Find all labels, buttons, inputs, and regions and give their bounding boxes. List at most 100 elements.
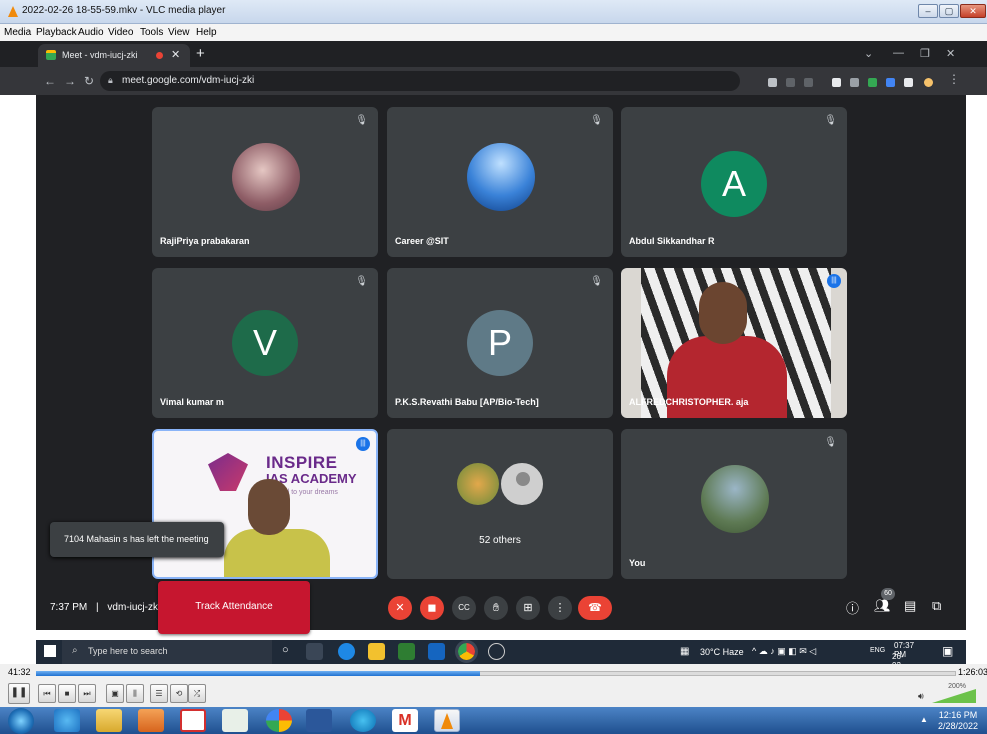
notifications-icon[interactable]: ▣ (942, 644, 953, 658)
mic-toggle-button[interactable]: ✕ (388, 596, 412, 620)
menu-tools[interactable]: Tools (140, 27, 163, 38)
language-indicator[interactable]: ENG (870, 647, 885, 654)
extension-check-icon[interactable] (868, 78, 877, 87)
participant-tile[interactable]: V 🎙︎ Vimal kumar m (152, 268, 378, 418)
other-avatar (457, 463, 499, 505)
raise-hand-button[interactable]: ✋︎ (484, 596, 508, 620)
extension-gear-icon[interactable] (850, 78, 859, 87)
menu-media[interactable]: Media (4, 27, 31, 38)
track-attendance-button[interactable]: Track Attendance (158, 581, 310, 634)
url-text[interactable]: meet.google.com/vdm-iucj-zki (122, 75, 254, 86)
calculator-icon[interactable] (222, 709, 248, 732)
maximize-button[interactable]: ▢ (939, 4, 959, 18)
camera-ext-icon[interactable] (768, 78, 777, 87)
meeting-clock: 7:37 PM (50, 602, 88, 613)
current-time: 41:32 (8, 667, 31, 677)
participant-tile[interactable]: P 🎙︎ P.K.S.Revathi Babu [AP/Bio-Tech] (387, 268, 613, 418)
mic-off-icon: 🎙︎ (590, 276, 603, 287)
activities-icon[interactable]: ⧉ (932, 598, 941, 614)
windows-orb-icon[interactable] (8, 708, 34, 734)
ie-icon[interactable] (54, 709, 80, 732)
store-icon[interactable] (398, 643, 415, 660)
playlist-button[interactable]: ☰ (150, 684, 168, 703)
minimize-button[interactable]: – (918, 4, 938, 18)
reload-icon[interactable]: ↻ (84, 74, 94, 88)
extension-doc-icon[interactable] (832, 78, 841, 87)
media-player-icon[interactable] (138, 709, 164, 732)
edge-outer-icon[interactable] (350, 709, 376, 732)
participant-name: You (629, 558, 646, 568)
outer-clock-time: 12:16 PM (938, 710, 978, 720)
back-icon[interactable]: ← (44, 74, 56, 88)
chat-icon[interactable]: ▤ (904, 598, 916, 614)
tab-meet[interactable]: Meet - vdm-iucj-zki ✕ (38, 44, 190, 67)
share-icon[interactable] (786, 78, 795, 87)
tab-search-icon[interactable]: ⌄ (864, 47, 873, 60)
next-button[interactable]: ⏭︎ (78, 684, 96, 703)
cortana-icon[interactable]: ○ (282, 644, 289, 656)
menu-video[interactable]: Video (108, 27, 133, 38)
acrobat-icon[interactable] (180, 709, 206, 732)
profile-avatar[interactable] (924, 78, 933, 87)
windows-start-icon[interactable] (44, 645, 56, 657)
participant-avatar: P (467, 310, 533, 376)
chrome-menu-icon[interactable]: ⋮ (948, 72, 960, 86)
app-icon[interactable] (488, 643, 505, 660)
leave-call-button[interactable]: ☎︎ (578, 596, 612, 620)
participant-name: Career @SIT (395, 236, 449, 246)
people-icon[interactable]: 👥︎ (874, 598, 891, 614)
menu-help[interactable]: Help (196, 27, 217, 38)
forward-icon[interactable]: → (64, 74, 76, 88)
meet-favicon-icon (46, 50, 56, 60)
camera-toggle-button[interactable]: ◼ (420, 596, 444, 620)
fullscreen-button[interactable]: ▣ (106, 684, 124, 703)
file-explorer-icon[interactable] (368, 643, 385, 660)
new-tab-button[interactable]: + (196, 45, 205, 62)
omnibox[interactable]: 🔒︎ meet.google.com/vdm-iucj-zki (100, 71, 740, 91)
close-button[interactable]: ✕ (960, 4, 986, 18)
taskbar-search[interactable]: ⌕ Type here to search (62, 640, 272, 664)
task-view-icon[interactable] (306, 643, 323, 660)
tray-icons[interactable]: ^ ☁ ♪ ▣ ◧ ✉ ◁ (752, 646, 816, 657)
participant-tile-self[interactable]: 🎙︎ You (621, 429, 847, 579)
menu-audio[interactable]: Audio (78, 27, 104, 38)
google-icon[interactable] (266, 709, 292, 732)
tab-close-icon[interactable]: ✕ (171, 48, 180, 61)
participant-tile-video[interactable]: ||| ALFREDCHRISTOPHER. aja (621, 268, 847, 418)
speaking-indicator-icon: ||| (356, 437, 370, 451)
show-hidden-icons[interactable]: ▲ (920, 715, 928, 724)
extended-settings-button[interactable]: ⫼ (126, 684, 144, 703)
chrome-restore-button[interactable]: ❐ (920, 47, 930, 60)
others-tile[interactable]: 52 others (387, 429, 613, 579)
extensions-puzzle-icon[interactable] (904, 78, 913, 87)
captions-button[interactable]: CC (452, 596, 476, 620)
left-meeting-toast: 7104 Mahasin s has left the meeting (50, 522, 224, 557)
extension-attendance-icon[interactable] (886, 78, 895, 87)
chrome-minimize-button[interactable]: — (893, 47, 904, 59)
stop-button[interactable]: ■ (58, 684, 76, 703)
explorer-folder-icon[interactable] (96, 709, 122, 732)
more-options-button[interactable]: ⋮ (548, 596, 572, 620)
previous-button[interactable]: ⏮︎ (38, 684, 56, 703)
loop-button[interactable]: ⟲ (170, 684, 188, 703)
menu-view[interactable]: View (168, 27, 190, 38)
chrome-taskbar-icon[interactable] (455, 640, 478, 663)
shuffle-button[interactable]: ⤮ (188, 684, 206, 703)
star-icon[interactable] (804, 78, 813, 87)
word-icon[interactable] (306, 709, 332, 732)
vlc-title-bar: 2022-02-26 18-55-59.mkv - VLC media play… (0, 0, 987, 24)
volume-slider[interactable]: 🔊︎ 200% (918, 683, 976, 703)
menu-playback[interactable]: Playback (36, 27, 77, 38)
meeting-details-icon[interactable]: ⓘ (846, 598, 859, 617)
mail-icon[interactable] (428, 643, 445, 660)
participant-tile[interactable]: 🎙︎ Career @SIT (387, 107, 613, 257)
self-photo (701, 465, 769, 533)
vlc-taskbar-icon[interactable] (434, 709, 460, 732)
gmail-icon[interactable]: M (392, 709, 418, 732)
present-button[interactable]: ⊞ (516, 596, 540, 620)
participant-tile[interactable]: A 🎙︎ Abdul Sikkandhar R (621, 107, 847, 257)
participant-tile[interactable]: 🎙︎ RajiPriya prabakaran (152, 107, 378, 257)
edge-icon[interactable] (338, 643, 355, 660)
pause-button[interactable]: ❚❚ (8, 683, 30, 704)
chrome-close-button[interactable]: ✕ (946, 47, 955, 60)
